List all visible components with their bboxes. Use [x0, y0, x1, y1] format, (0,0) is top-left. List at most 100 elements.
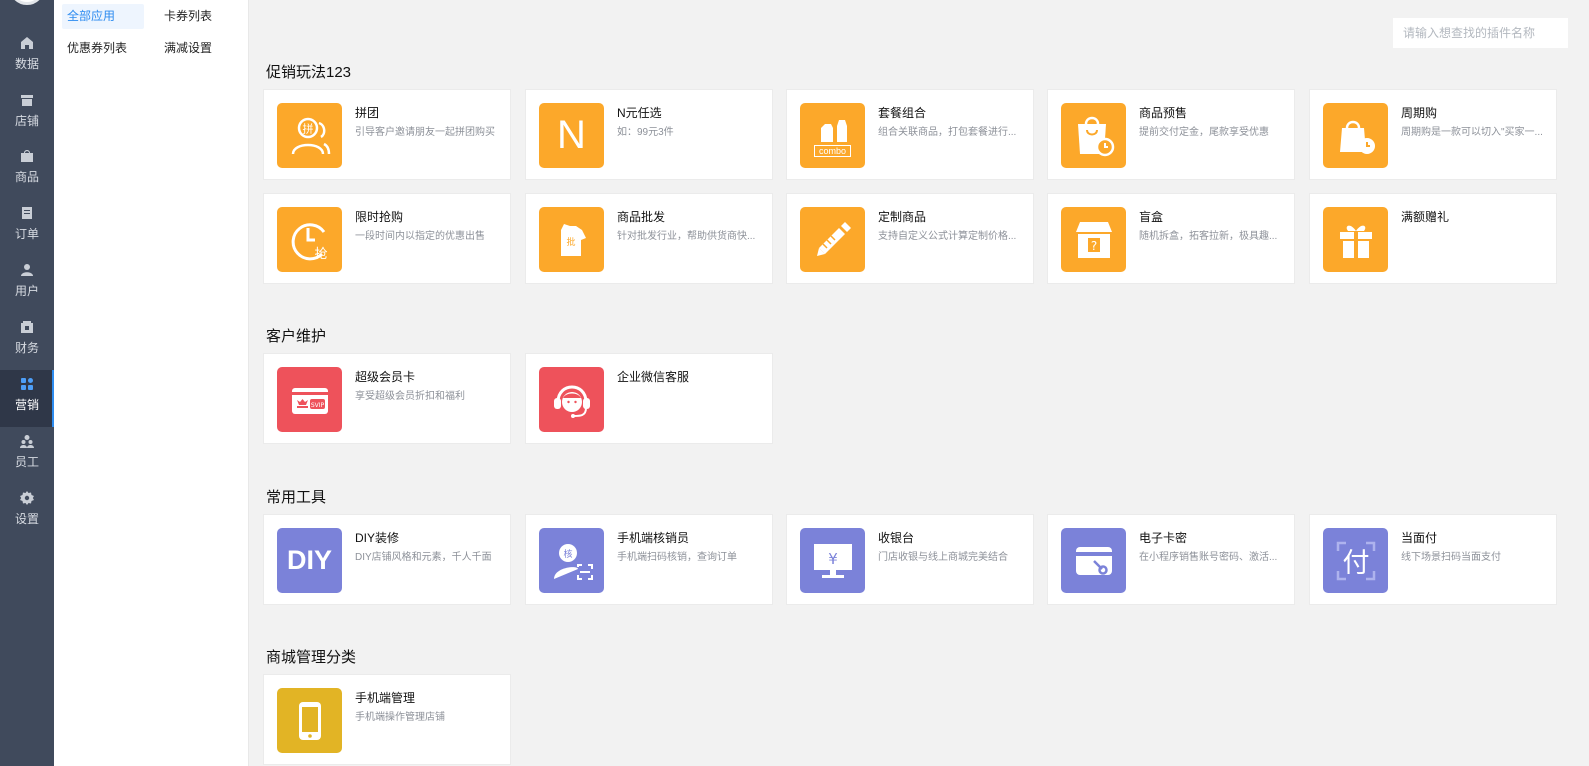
sidebar-item-goods[interactable]: 商品	[0, 142, 54, 199]
sidebar-item-users[interactable]: 用户	[0, 256, 54, 313]
sidebar-item-label: 数据	[14, 57, 39, 71]
sidebar-item-label: 店铺	[14, 114, 39, 128]
gear-icon	[20, 491, 34, 505]
plugin-card-combo[interactable]: combo 套餐组合 组合关联商品，打包套餐进行...	[786, 89, 1034, 180]
main-content: 促销玩法123 拼 拼团 引导客户邀请朋友一起拼团购买 N N元任选 如：99元…	[249, 0, 1589, 766]
presale-bag-icon	[1061, 103, 1126, 168]
wholesale-shirt-icon: 批	[539, 207, 604, 272]
sidebar-item-label: 员工	[14, 455, 39, 469]
bag-icon	[20, 149, 34, 163]
plugin-name: 超级会员卡	[355, 370, 416, 384]
plugin-card-n-yuan[interactable]: N N元任选 如：99元3件	[525, 89, 773, 180]
plugin-name: 手机端管理	[355, 691, 416, 705]
marketing-icon	[20, 377, 34, 391]
marketing-submenu: 全部应用 卡券列表 优惠券列表 满减设置	[54, 0, 249, 766]
plugin-card-face-pay[interactable]: 付 当面付 线下场景扫码当面支付	[1309, 514, 1557, 605]
headset-icon	[539, 367, 604, 432]
plugin-desc: 随机拆盒，拓客拉新，极具趣...	[1139, 231, 1278, 242]
plugin-name: 商品批发	[617, 210, 666, 224]
plugin-desc: 线下场景扫码当面支付	[1401, 552, 1501, 563]
plugin-card-cycle-buy[interactable]: 周期购 周期购是一款可以切入"买家一...	[1309, 89, 1557, 180]
plugin-name: 商品预售	[1139, 106, 1188, 120]
pay-scan-icon: 付	[1323, 528, 1388, 593]
svip-card-icon: SVIP	[277, 367, 342, 432]
sidebar-item-staff[interactable]: 员工	[0, 427, 54, 484]
plugin-name: 企业微信客服	[617, 370, 690, 384]
submenu-coupons[interactable]: 优惠券列表	[62, 36, 144, 61]
plugin-card-diy[interactable]: DIY DIY装修 DIY店铺风格和元素，千人千面	[263, 514, 511, 605]
plugin-desc: 门店收银与线上商城完美结合	[878, 552, 1008, 563]
mobile-phone-icon	[277, 688, 342, 753]
sidebar-item-label: 订单	[14, 227, 39, 241]
plugin-card-svip[interactable]: SVIP 超级会员卡 享受超级会员折扣和福利	[263, 353, 511, 444]
submenu-coupon-cards[interactable]: 卡券列表	[159, 4, 241, 29]
icon-glyph: ?	[1090, 239, 1096, 253]
sidebar-item-marketing[interactable]: 营销	[0, 370, 54, 427]
finance-icon	[20, 320, 34, 334]
flash-sale-clock-icon: 抢	[277, 207, 342, 272]
plugin-card-wholesale[interactable]: 批 商品批发 针对批发行业，帮助供货商快...	[525, 193, 773, 284]
icon-glyph: 核	[563, 548, 572, 560]
plugin-desc: 引导客户邀请朋友一起拼团购买	[355, 127, 495, 138]
plugin-name: 盲盒	[1139, 210, 1164, 224]
section-title: 客户维护	[266, 328, 327, 345]
plugin-desc: 提前交付定金，尾款享受优惠	[1139, 127, 1269, 138]
plugin-name: 当面付	[1401, 531, 1438, 545]
sidebar-item-settings[interactable]: 设置	[0, 484, 54, 541]
plugin-name: 拼团	[355, 106, 380, 120]
plugin-name: 套餐组合	[878, 106, 927, 120]
home-icon	[20, 36, 34, 50]
plugin-desc: 享受超级会员折扣和福利	[355, 391, 465, 402]
submenu-all-apps[interactable]: 全部应用	[62, 4, 144, 29]
verifier-scan-icon: 核	[539, 528, 604, 593]
plugin-search-input[interactable]	[1393, 18, 1568, 48]
sidebar-item-finance[interactable]: 财务	[0, 313, 54, 370]
section-title: 常用工具	[266, 489, 327, 506]
combo-icon: combo	[800, 103, 865, 168]
plugin-name: 限时抢购	[355, 210, 404, 224]
store-icon	[20, 93, 34, 107]
sidebar-item-store[interactable]: 店铺	[0, 86, 54, 143]
plugin-desc: 如：99元3件	[617, 127, 674, 138]
icon-glyph: 批	[566, 236, 575, 248]
pencil-ruler-icon	[800, 207, 865, 272]
icon-glyph: N	[557, 113, 586, 157]
sidebar-item-orders[interactable]: 订单	[0, 199, 54, 256]
plugin-card-cashier[interactable]: ¥ 收银台 门店收银与线上商城完美结合	[786, 514, 1034, 605]
group-buy-icon: 拼	[277, 103, 342, 168]
icon-glyph: 付	[1342, 548, 1369, 579]
section-title: 商城管理分类	[266, 649, 357, 666]
plugin-desc: 手机端操作管理店铺	[355, 712, 445, 723]
user-icon	[20, 263, 34, 277]
plugin-card-mobile-manage[interactable]: 手机端管理 手机端操作管理店铺	[263, 674, 511, 765]
plugin-card-flash-sale[interactable]: 抢 限时抢购 一段时间内以指定的优惠出售	[263, 193, 511, 284]
staff-icon	[20, 434, 34, 448]
plugin-card-mobile-verifier[interactable]: 核 手机端核销员 手机端扫码核销，查询订单	[525, 514, 773, 605]
plugin-name: 电子卡密	[1139, 531, 1188, 545]
icon-glyph: DIY	[286, 545, 332, 575]
diy-icon: DIY	[277, 528, 342, 593]
plugin-desc: 组合关联商品，打包套餐进行...	[878, 127, 1017, 138]
plugin-card-e-card[interactable]: 电子卡密 在小程序销售账号密码、激活...	[1047, 514, 1295, 605]
logo[interactable]	[9, 0, 45, 5]
plugin-card-wecom-service[interactable]: 企业微信客服	[525, 353, 773, 444]
plugin-name: DIY装修	[355, 531, 400, 545]
e-card-key-icon	[1061, 528, 1126, 593]
plugin-desc: 在小程序销售账号密码、激活...	[1139, 552, 1278, 563]
sidebar-item-data[interactable]: 数据	[0, 29, 54, 86]
blind-box-icon: ?	[1061, 207, 1126, 272]
submenu-full-reduction[interactable]: 满减设置	[159, 36, 241, 61]
plugin-card-blind-box[interactable]: ? 盲盒 随机拆盒，拓客拉新，极具趣...	[1047, 193, 1295, 284]
plugin-card-group-buy[interactable]: 拼 拼团 引导客户邀请朋友一起拼团购买	[263, 89, 511, 180]
plugin-name: 满额赠礼	[1401, 210, 1450, 224]
plugin-card-presale[interactable]: 商品预售 提前交付定金，尾款享受优惠	[1047, 89, 1295, 180]
icon-glyph: SVIP	[310, 402, 324, 409]
plugin-card-gift[interactable]: 满额赠礼	[1309, 193, 1557, 284]
sidebar-item-label: 营销	[14, 398, 39, 412]
cashier-monitor-icon: ¥	[800, 528, 865, 593]
section-title: 促销玩法123	[266, 64, 352, 81]
plugin-desc: 一段时间内以指定的优惠出售	[355, 231, 485, 242]
svg-text:拼: 拼	[302, 121, 313, 135]
plugin-card-custom[interactable]: 定制商品 支持自定义公式计算定制价格...	[786, 193, 1034, 284]
plugin-name: 周期购	[1401, 106, 1438, 120]
